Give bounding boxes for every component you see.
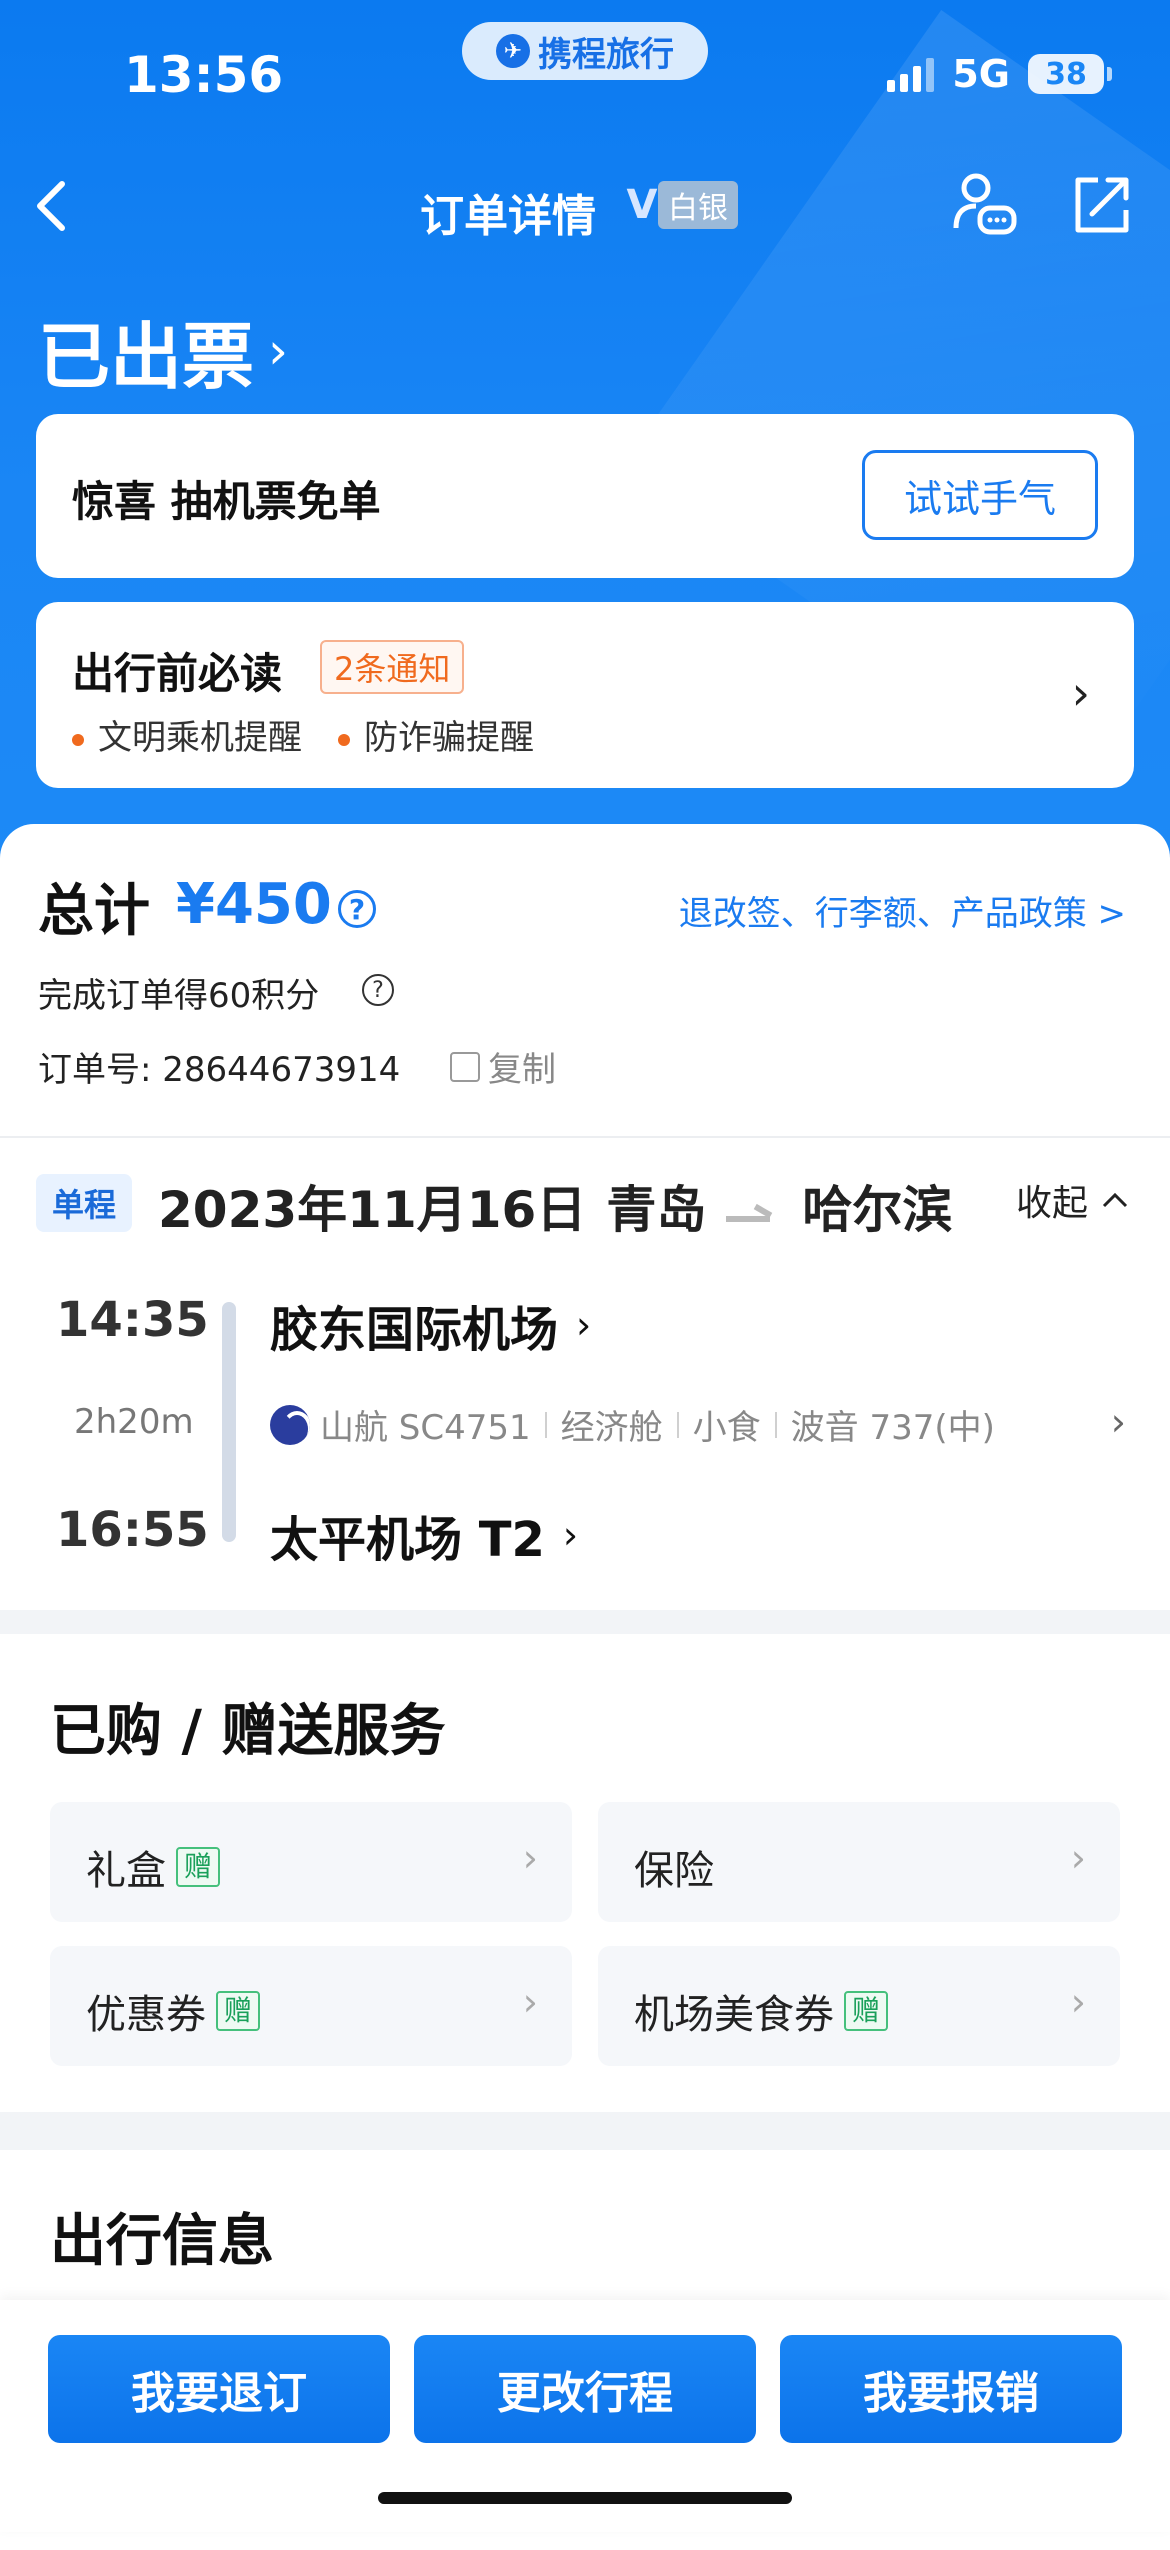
copy-order-number-button[interactable]: 复制	[450, 1042, 556, 1091]
trip-type-tag: 单程	[36, 1174, 132, 1232]
chevron-right-icon: ›	[268, 321, 289, 380]
service-item-gift-box[interactable]: 礼盒赠 ›	[50, 1802, 572, 1922]
order-number-value: 28644673914	[162, 1050, 401, 1090]
back-icon[interactable]	[32, 176, 82, 236]
trip-destination: 哈尔滨	[802, 1181, 953, 1239]
chevron-right-icon: ›	[1071, 666, 1090, 720]
gift-tag: 赠	[844, 1991, 889, 2031]
chevron-right-icon: ›	[522, 1836, 538, 1880]
refund-button[interactable]: 我要退订	[48, 2335, 390, 2443]
points-text: 完成订单得60积分	[38, 976, 320, 1016]
chevron-right-icon: ›	[522, 1980, 538, 2024]
copy-label: 复制	[488, 1050, 556, 1090]
chevron-right-icon: ›	[1070, 1980, 1086, 2024]
service-label: 机场美食券	[634, 1992, 834, 2038]
order-summary-sheet: 总计 ¥450 ? 退改签、行李额、产品政策 > 完成订单得60积分 ? 订单号…	[0, 824, 1170, 1610]
change-itinerary-button[interactable]: 更改行程	[414, 2335, 756, 2443]
chevron-right-icon: ›	[576, 1303, 592, 1347]
order-number: 订单号: 28644673914	[38, 1042, 400, 1091]
flight-duration: 2h20m	[74, 1402, 194, 1442]
member-level-badge[interactable]: V 白银	[620, 181, 738, 229]
arrival-airport-name: 太平机场 T2	[270, 1512, 545, 1568]
collapse-button[interactable]: 收起	[1016, 1174, 1130, 1226]
gift-tag: 赠	[176, 1847, 221, 1887]
flight-info[interactable]: 山航 SC4751 经济舱 小食 波音 737(中)	[270, 1400, 995, 1449]
notice-count-badge: 2条通知	[320, 640, 465, 694]
try-luck-button[interactable]: 试试手气	[862, 450, 1098, 540]
cabin-class: 经济舱	[560, 1408, 663, 1448]
arrival-time: 16:55	[56, 1502, 209, 1558]
order-number-label: 订单号:	[38, 1050, 152, 1090]
brand-name: 携程旅行	[538, 34, 674, 75]
departure-time: 14:35	[56, 1292, 209, 1348]
chevron-up-icon	[1102, 1192, 1128, 1208]
service-label: 保险	[634, 1848, 714, 1894]
departure-airport-name: 胶东国际机场	[270, 1302, 559, 1358]
arrow-right-icon	[726, 1202, 782, 1222]
policy-link[interactable]: 退改签、行李额、产品政策 >	[679, 886, 1126, 935]
network-type: 5G	[952, 52, 1010, 96]
chevron-right-icon: ›	[562, 1513, 579, 1557]
brand-pill[interactable]: ✈ 携程旅行	[462, 22, 708, 80]
ticket-status-text: 已出票	[38, 315, 255, 399]
status-time: 13:56	[124, 46, 284, 104]
travel-info-title: 出行信息	[50, 2209, 274, 2274]
airline-flight: 山航 SC4751	[320, 1408, 531, 1448]
reimburse-button[interactable]: 我要报销	[780, 2335, 1122, 2443]
aircraft-type: 波音 737(中)	[790, 1408, 995, 1448]
page-title: 订单详情	[420, 191, 596, 242]
share-icon[interactable]	[1068, 170, 1138, 240]
service-label: 礼盒	[86, 1848, 166, 1894]
total-price: ¥450	[176, 872, 332, 937]
notice-items: 文明乘机提醒 防诈骗提醒	[72, 710, 534, 759]
shandong-airlines-logo-icon	[270, 1404, 310, 1445]
chevron-right-icon[interactable]: ›	[1111, 1400, 1126, 1444]
member-level-label: 白银	[658, 181, 738, 229]
trip-title: 2023年11月16日 青岛 哈尔滨	[158, 1170, 952, 1242]
timeline-bar	[222, 1302, 236, 1542]
divider	[0, 1136, 1170, 1138]
trip-origin: 青岛	[606, 1181, 707, 1239]
notice-item: 文明乘机提醒	[72, 710, 302, 759]
meal: 小食	[692, 1408, 761, 1448]
trip-date: 2023年11月16日	[158, 1181, 587, 1239]
promo-text: 惊喜 抽机票免单	[72, 477, 381, 526]
chevron-right-icon: ›	[1070, 1836, 1086, 1880]
service-item-airport-food-voucher[interactable]: 机场美食券赠 ›	[598, 1946, 1120, 2066]
notice-item: 防诈骗提醒	[338, 710, 534, 759]
travel-notice-card[interactable]: 出行前必读 2条通知 文明乘机提醒 防诈骗提醒 ›	[36, 602, 1134, 788]
notice-title: 出行前必读	[72, 649, 283, 698]
price-help-icon[interactable]: ?	[338, 890, 376, 928]
services-title: 已购 / 赠送服务	[50, 1699, 446, 1764]
ticket-status[interactable]: 已出票 ›	[38, 298, 288, 403]
signal-icon	[887, 56, 935, 92]
gift-tag: 赠	[216, 1991, 261, 2031]
points-help-icon[interactable]: ?	[362, 974, 394, 1006]
departure-airport[interactable]: 胶东国际机场 ›	[270, 1290, 591, 1360]
promo-card: 惊喜 抽机票免单 试试手气	[36, 414, 1134, 578]
total-label: 总计	[38, 879, 150, 944]
battery-icon: 38	[1028, 54, 1112, 94]
arrival-airport[interactable]: 太平机场 T2 ›	[270, 1500, 578, 1570]
collapse-label: 收起	[1015, 1183, 1088, 1224]
copy-icon	[450, 1051, 480, 1082]
services-section: 已购 / 赠送服务 礼盒赠 › 保险 › 优惠券赠 › 机场美食券赠 ›	[0, 1634, 1170, 2112]
service-item-insurance[interactable]: 保险 ›	[598, 1802, 1120, 1922]
ctrip-logo-icon: ✈	[496, 34, 530, 68]
service-label: 优惠券	[86, 1992, 206, 2038]
home-indicator	[378, 2492, 792, 2504]
service-item-coupon[interactable]: 优惠券赠 ›	[50, 1946, 572, 2066]
customer-service-icon[interactable]	[950, 170, 1020, 240]
status-indicators: 5G 38	[887, 52, 1112, 96]
battery-level: 38	[1045, 56, 1087, 92]
